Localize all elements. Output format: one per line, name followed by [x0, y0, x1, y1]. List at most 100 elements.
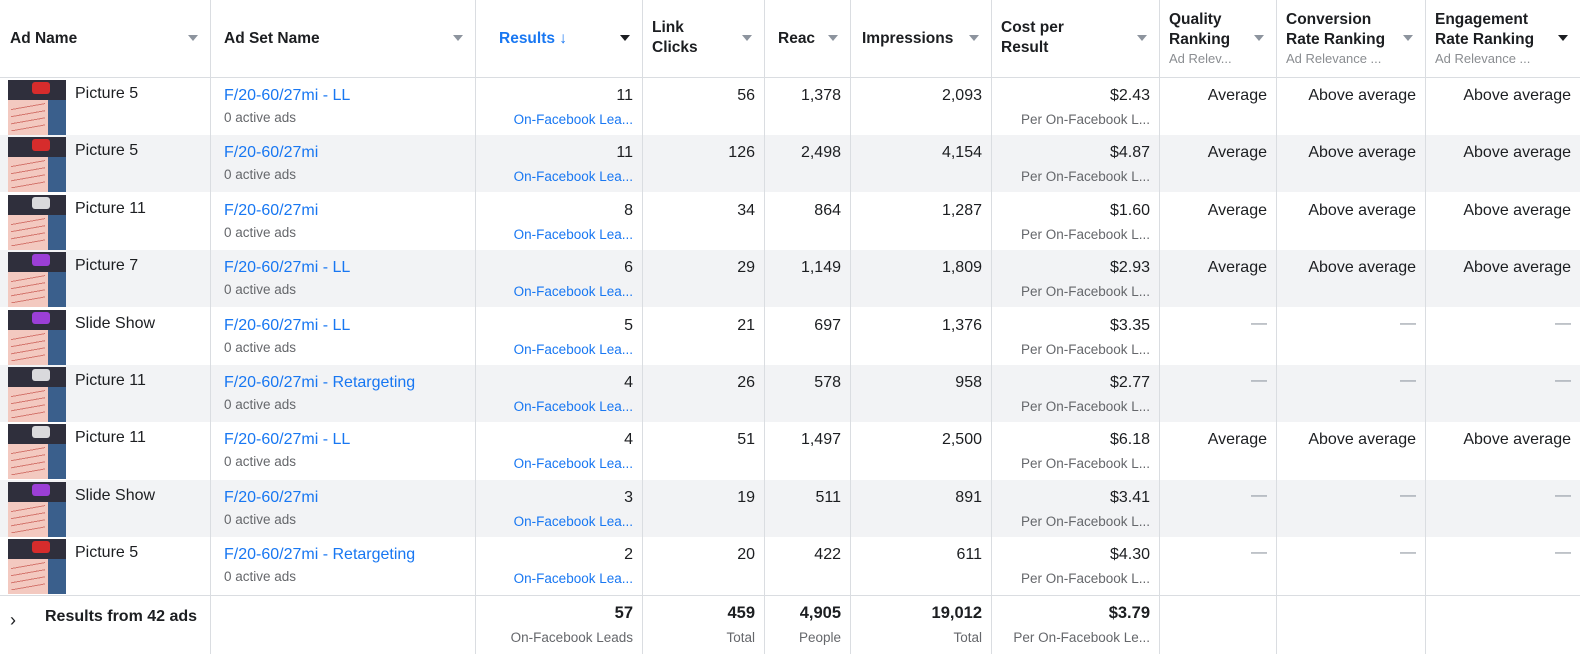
ad-thumbnail[interactable]: [8, 367, 66, 422]
col-header-engagement-rate-ranking[interactable]: Engagement Rate Ranking Ad Relevance ...: [1425, 0, 1580, 77]
ad-set-link[interactable]: F/20-60/27mi: [224, 202, 318, 220]
sort-caret-icon[interactable]: [1137, 35, 1147, 41]
sort-caret-icon[interactable]: [828, 35, 838, 41]
sort-caret-icon[interactable]: [453, 35, 463, 41]
col-header-ad-set-name[interactable]: Ad Set Name: [210, 0, 475, 77]
results-value: 4: [624, 374, 633, 391]
table-row[interactable]: Picture 11 F/20-60/27mi 0 active ads 8 O…: [0, 193, 1580, 250]
results-type-link[interactable]: On-Facebook Lea...: [514, 399, 633, 414]
link-clicks-cell: 56: [642, 78, 764, 135]
column-divider: [991, 0, 992, 654]
cost-cell: $6.18 Per On-Facebook L...: [991, 422, 1159, 479]
sort-caret-icon[interactable]: [1558, 35, 1568, 41]
reach-cell: 1,378: [764, 78, 850, 135]
col-title: Link Clicks: [652, 19, 698, 56]
results-type-link[interactable]: On-Facebook Lea...: [514, 571, 633, 586]
sort-caret-icon[interactable]: [188, 35, 198, 41]
ad-name-cell[interactable]: Slide Show: [0, 480, 210, 537]
sort-caret-icon[interactable]: [742, 35, 752, 41]
engagement-rate-ranking-cell: Above average: [1425, 78, 1580, 135]
table-row[interactable]: Picture 7 F/20-60/27mi - LL 0 active ads…: [0, 250, 1580, 307]
sort-caret-icon[interactable]: [620, 35, 630, 41]
engagement-rate-ranking-cell: —: [1425, 537, 1580, 594]
ad-name-cell[interactable]: Picture 5: [0, 537, 210, 594]
cost-sub: Per On-Facebook L...: [1020, 284, 1150, 299]
ad-name-cell[interactable]: Picture 11: [0, 422, 210, 479]
ad-set-link[interactable]: F/20-60/27mi - LL: [224, 259, 350, 277]
results-type-link[interactable]: On-Facebook Lea...: [514, 514, 633, 529]
ad-set-link[interactable]: F/20-60/27mi: [224, 144, 318, 162]
ad-set-link[interactable]: F/20-60/27mi - LL: [224, 87, 350, 105]
ad-thumbnail[interactable]: [8, 252, 66, 307]
ad-name-cell[interactable]: Picture 5: [0, 135, 210, 192]
quality-ranking: Average: [1207, 144, 1267, 161]
ad-set-link[interactable]: F/20-60/27mi - LL: [224, 317, 350, 335]
col-header-quality-ranking[interactable]: Quality Ranking Ad Relev...: [1159, 0, 1276, 77]
ad-name-cell[interactable]: Slide Show: [0, 308, 210, 365]
footer-cost-sub: Per On-Facebook Le...: [1013, 630, 1150, 645]
quality-ranking-cell: —: [1159, 537, 1276, 594]
ad-thumbnail[interactable]: [8, 310, 66, 365]
results-type-link[interactable]: On-Facebook Lea...: [514, 456, 633, 471]
quality-ranking: —: [1251, 487, 1267, 504]
table-row[interactable]: Slide Show F/20-60/27mi 0 active ads 3 O…: [0, 480, 1580, 537]
ad-thumbnail[interactable]: [8, 539, 66, 594]
cost-sub: Per On-Facebook L...: [1020, 456, 1150, 471]
table-row[interactable]: Picture 5 F/20-60/27mi - LL 0 active ads…: [0, 78, 1580, 135]
engagement-rate-ranking-cell: Above average: [1425, 422, 1580, 479]
sort-caret-icon[interactable]: [969, 35, 979, 41]
quality-ranking-cell: Average: [1159, 250, 1276, 307]
ad-set-status: 0 active ads: [224, 225, 297, 240]
sort-caret-icon[interactable]: [1254, 35, 1264, 41]
footer-summary-cell[interactable]: › Results from 42 ads: [0, 596, 210, 654]
thumbnail-accent: [32, 82, 50, 94]
col-header-cost-per-result[interactable]: Cost per Result: [991, 0, 1159, 77]
chevron-right-icon[interactable]: ›: [10, 610, 16, 631]
quality-ranking-cell: —: [1159, 365, 1276, 422]
ad-name: Picture 11: [75, 372, 146, 389]
table-row[interactable]: Slide Show F/20-60/27mi - LL 0 active ad…: [0, 308, 1580, 365]
ad-set-link[interactable]: F/20-60/27mi: [224, 489, 318, 507]
reach-cell: 697: [764, 308, 850, 365]
ad-name-cell[interactable]: Picture 11: [0, 365, 210, 422]
results-type-link[interactable]: On-Facebook Lea...: [514, 227, 633, 242]
results-cell: 8 On-Facebook Lea...: [475, 193, 642, 250]
col-header-conversion-rate-ranking[interactable]: Conversion Rate Ranking Ad Relevance ...: [1276, 0, 1425, 77]
ad-thumbnail[interactable]: [8, 80, 66, 135]
col-header-impressions[interactable]: Impressions: [850, 0, 991, 77]
ad-set-link[interactable]: F/20-60/27mi - Retargeting: [224, 374, 415, 392]
cost-value: $2.43: [1109, 87, 1150, 104]
cost-cell: $3.41 Per On-Facebook L...: [991, 480, 1159, 537]
quality-ranking: Average: [1207, 431, 1267, 448]
ad-set-link[interactable]: F/20-60/27mi - LL: [224, 431, 350, 449]
ad-thumbnail[interactable]: [8, 482, 66, 537]
ad-thumbnail[interactable]: [8, 424, 66, 479]
results-type-link[interactable]: On-Facebook Lea...: [514, 112, 633, 127]
results-cell: 11 On-Facebook Lea...: [475, 135, 642, 192]
results-type-link[interactable]: On-Facebook Lea...: [514, 284, 633, 299]
results-cell: 4 On-Facebook Lea...: [475, 422, 642, 479]
results-type-link[interactable]: On-Facebook Lea...: [514, 342, 633, 357]
ad-name-cell[interactable]: Picture 5: [0, 78, 210, 135]
ad-set-cell: F/20-60/27mi - Retargeting 0 active ads: [210, 537, 475, 594]
quality-ranking-cell: —: [1159, 480, 1276, 537]
table-row[interactable]: Picture 11 F/20-60/27mi - Retargeting 0 …: [0, 365, 1580, 422]
ad-thumbnail[interactable]: [8, 195, 66, 250]
results-type-link[interactable]: On-Facebook Lea...: [514, 169, 633, 184]
ad-name-cell[interactable]: Picture 11: [0, 193, 210, 250]
ad-set-cell: F/20-60/27mi - LL 0 active ads: [210, 78, 475, 135]
table-row[interactable]: Picture 5 F/20-60/27mi - Retargeting 0 a…: [0, 537, 1580, 594]
ad-set-link[interactable]: F/20-60/27mi - Retargeting: [224, 546, 415, 564]
table-row[interactable]: Picture 11 F/20-60/27mi - LL 0 active ad…: [0, 422, 1580, 479]
table-row[interactable]: Picture 5 F/20-60/27mi 0 active ads 11 O…: [0, 135, 1580, 192]
col-header-results[interactable]: Results ↓: [475, 0, 642, 77]
link-clicks-value: 29: [737, 259, 755, 276]
col-header-reach[interactable]: Reac: [764, 0, 850, 77]
ad-thumbnail[interactable]: [8, 137, 66, 192]
cost-value: $3.41: [1109, 489, 1150, 506]
col-header-link-clicks[interactable]: Link Clicks: [642, 0, 764, 77]
cost-value: $4.87: [1109, 144, 1150, 161]
col-header-ad-name[interactable]: Ad Name: [0, 0, 210, 77]
ad-name-cell[interactable]: Picture 7: [0, 250, 210, 307]
sort-caret-icon[interactable]: [1403, 35, 1413, 41]
